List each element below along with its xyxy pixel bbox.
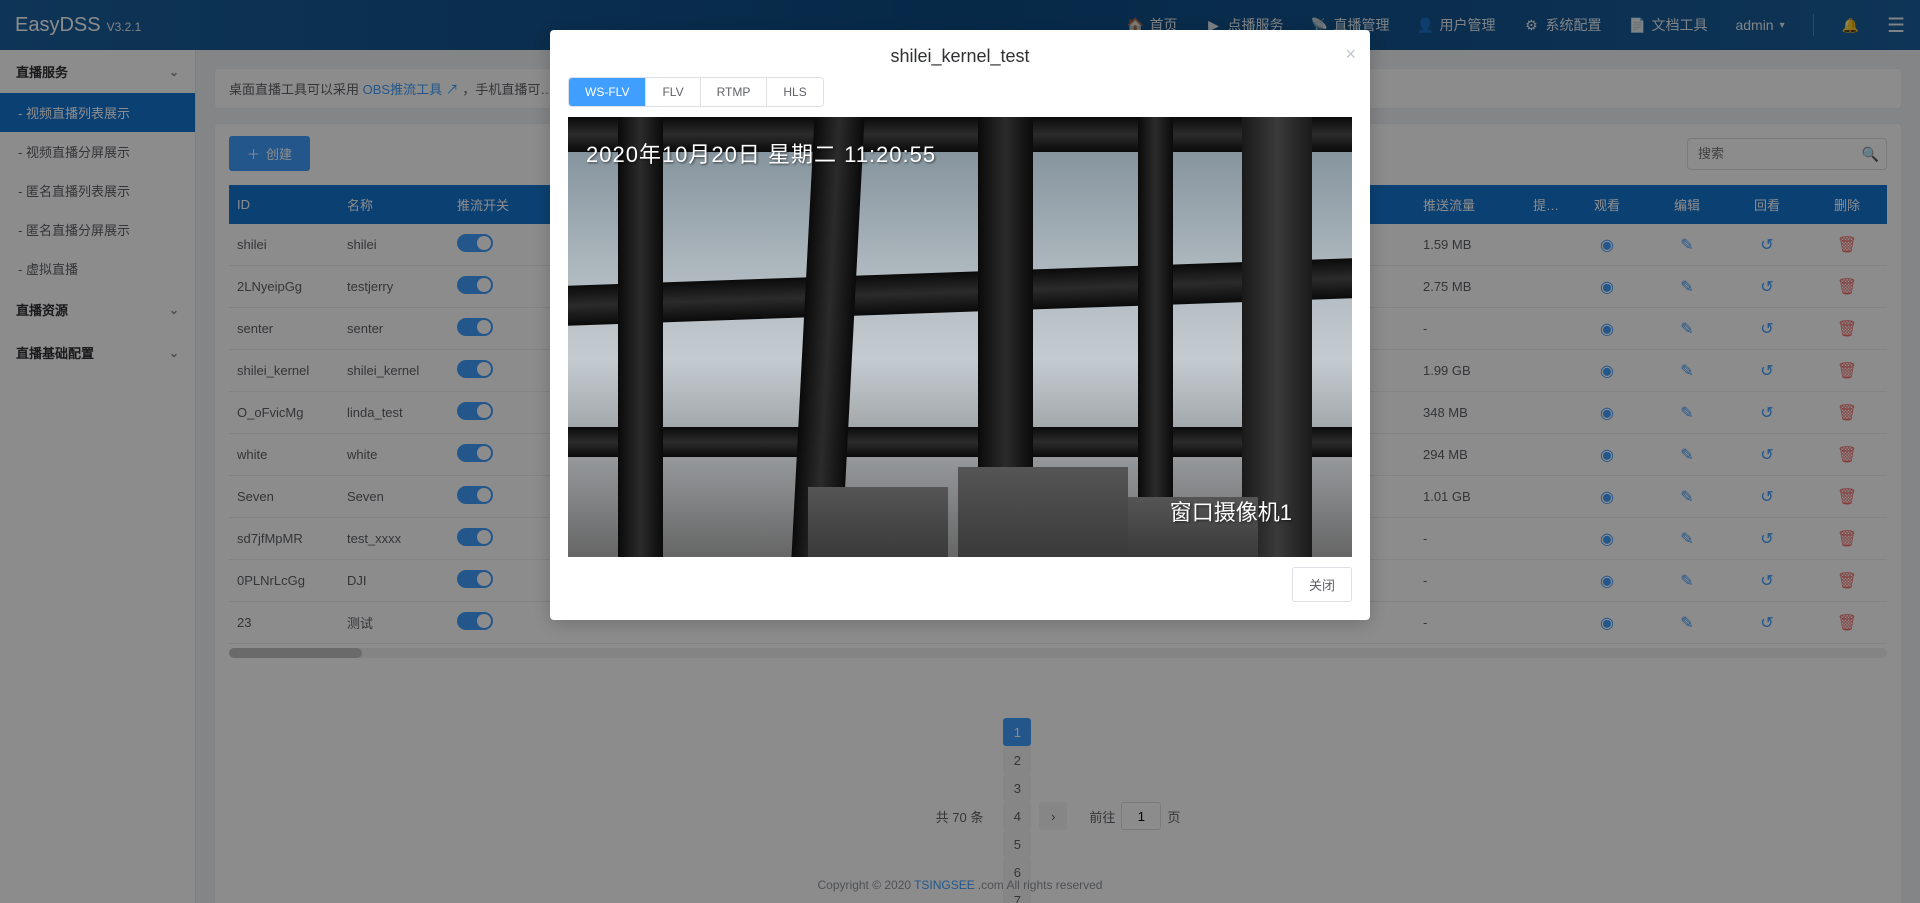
video-osd-camera: 窗口摄像机1 xyxy=(1170,495,1292,527)
protocol-tabs: WS-FLVFLVRTMPHLS xyxy=(568,77,824,107)
video-player[interactable]: 2020年10月20日 星期二 11:20:55 窗口摄像机1 xyxy=(568,117,1352,557)
modal-body: WS-FLVFLVRTMPHLS 2020年10月20日 星期二 11:20:5… xyxy=(550,77,1370,620)
modal-close-button[interactable]: 关闭 xyxy=(1292,567,1352,602)
close-icon[interactable]: × xyxy=(1345,44,1356,65)
video-scene xyxy=(568,117,1352,557)
protocol-tab[interactable]: WS-FLV xyxy=(569,78,646,106)
video-modal: shilei_kernel_test × WS-FLVFLVRTMPHLS 20… xyxy=(550,30,1370,620)
modal-header: shilei_kernel_test × xyxy=(550,30,1370,77)
video-osd-timestamp: 2020年10月20日 星期二 11:20:55 xyxy=(586,137,936,169)
modal-footer: 关闭 xyxy=(568,557,1352,602)
protocol-tab[interactable]: HLS xyxy=(767,78,822,106)
protocol-tab[interactable]: RTMP xyxy=(701,78,768,106)
protocol-tab[interactable]: FLV xyxy=(646,78,700,106)
modal-title: shilei_kernel_test xyxy=(890,46,1029,66)
